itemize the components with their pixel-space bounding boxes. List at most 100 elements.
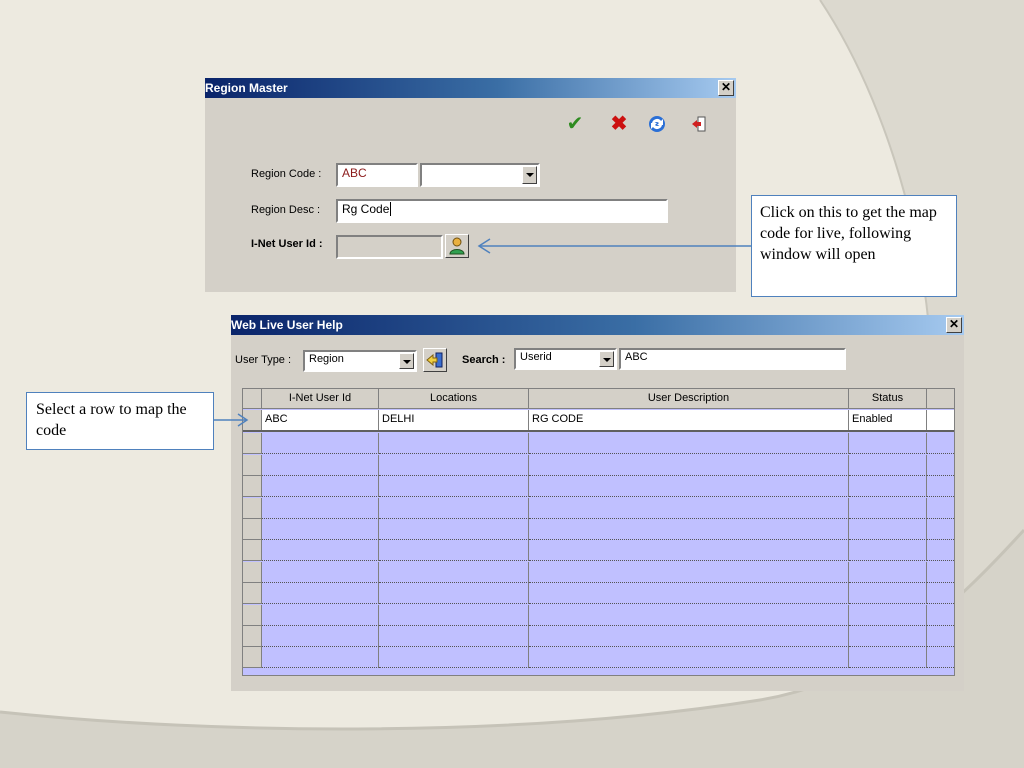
cell-inet-user-id[interactable] bbox=[262, 583, 379, 605]
cell-inet-user-id[interactable] bbox=[262, 626, 379, 647]
region-master-close-button[interactable]: ✕ bbox=[718, 80, 734, 96]
user-help-grid[interactable]: I-Net User Id Locations User Description… bbox=[242, 388, 955, 676]
user-type-select[interactable]: Region bbox=[303, 350, 417, 372]
cell-status[interactable] bbox=[849, 647, 927, 669]
exit-door-icon[interactable] bbox=[689, 114, 709, 134]
column-header-inet-user-id[interactable]: I-Net User Id bbox=[262, 389, 379, 409]
cell-status[interactable] bbox=[849, 476, 927, 498]
cell-user-description[interactable] bbox=[529, 604, 849, 626]
cell-filler[interactable] bbox=[927, 562, 954, 583]
cell-location[interactable] bbox=[379, 476, 529, 498]
cell-user-description[interactable] bbox=[529, 454, 849, 476]
cell-inet-user-id[interactable] bbox=[262, 647, 379, 669]
row-header[interactable] bbox=[243, 433, 262, 455]
column-header-user-description[interactable]: User Description bbox=[529, 389, 849, 409]
cell-location[interactable] bbox=[379, 519, 529, 540]
cell-status[interactable] bbox=[849, 497, 927, 519]
cell-inet-user-id[interactable]: ABC bbox=[262, 410, 379, 431]
row-header[interactable] bbox=[243, 540, 262, 562]
region-code-combo[interactable] bbox=[420, 163, 540, 187]
back-arrow-icon bbox=[426, 352, 443, 368]
inet-user-id-input[interactable] bbox=[336, 235, 443, 259]
region-desc-input[interactable]: Rg Code bbox=[336, 199, 668, 223]
cell-user-description[interactable] bbox=[529, 647, 849, 669]
cell-filler[interactable] bbox=[927, 626, 954, 647]
cell-location[interactable] bbox=[379, 454, 529, 476]
cell-filler[interactable] bbox=[927, 476, 954, 498]
cell-status[interactable] bbox=[849, 604, 927, 626]
row-header[interactable] bbox=[243, 476, 262, 498]
cell-status[interactable] bbox=[849, 454, 927, 476]
cell-user-description[interactable] bbox=[529, 540, 849, 562]
cell-inet-user-id[interactable] bbox=[262, 540, 379, 562]
row-header[interactable] bbox=[243, 519, 262, 540]
cross-icon[interactable]: ✖ bbox=[609, 114, 629, 134]
region-code-label: Region Code : bbox=[251, 168, 322, 180]
cell-user-description[interactable] bbox=[529, 626, 849, 647]
cell-location[interactable] bbox=[379, 561, 529, 583]
cell-inet-user-id[interactable] bbox=[262, 433, 379, 455]
chevron-down-icon[interactable] bbox=[599, 351, 614, 367]
cell-location[interactable] bbox=[379, 647, 529, 669]
row-header[interactable] bbox=[243, 626, 262, 647]
cell-filler[interactable] bbox=[927, 583, 954, 605]
cell-location[interactable]: DELHI bbox=[379, 410, 529, 431]
cell-filler[interactable] bbox=[927, 519, 954, 540]
web-live-help-close-button[interactable]: ✕ bbox=[946, 317, 962, 333]
refresh-icon[interactable] bbox=[647, 114, 667, 134]
select-row-callout-text: Select a row to map the code bbox=[36, 401, 187, 439]
cell-inet-user-id[interactable] bbox=[262, 604, 379, 626]
cell-inet-user-id[interactable] bbox=[262, 454, 379, 476]
region-code-input[interactable]: ABC bbox=[336, 163, 418, 187]
cell-filler[interactable] bbox=[927, 647, 954, 669]
search-input[interactable]: ABC bbox=[619, 348, 846, 370]
search-by-select[interactable]: Userid bbox=[514, 348, 617, 370]
cell-filler[interactable] bbox=[927, 433, 954, 455]
cell-location[interactable] bbox=[379, 540, 529, 562]
cell-location[interactable] bbox=[379, 583, 529, 605]
cell-status[interactable] bbox=[849, 540, 927, 562]
cell-user-description[interactable] bbox=[529, 561, 849, 583]
cell-location[interactable] bbox=[379, 497, 529, 519]
row-header[interactable] bbox=[243, 497, 262, 519]
cell-status[interactable] bbox=[849, 561, 927, 583]
cell-filler[interactable] bbox=[927, 410, 954, 431]
chevron-down-icon[interactable] bbox=[522, 166, 537, 184]
user-lookup-button[interactable] bbox=[445, 234, 469, 258]
inet-user-id-label: I-Net User Id : bbox=[251, 238, 323, 250]
cell-status[interactable] bbox=[849, 433, 927, 455]
map-code-callout: Click on this to get the map code for li… bbox=[751, 195, 957, 297]
chevron-down-icon[interactable] bbox=[399, 353, 414, 369]
cell-user-description[interactable]: RG CODE bbox=[529, 410, 849, 431]
cell-user-description[interactable] bbox=[529, 497, 849, 519]
cell-location[interactable] bbox=[379, 604, 529, 626]
cell-filler[interactable] bbox=[927, 498, 954, 519]
cell-filler[interactable] bbox=[927, 455, 954, 476]
check-icon[interactable]: ✔ bbox=[565, 114, 585, 134]
row-header[interactable] bbox=[243, 647, 262, 669]
cell-user-description[interactable] bbox=[529, 583, 849, 605]
cell-location[interactable] bbox=[379, 626, 529, 647]
cell-filler[interactable] bbox=[927, 540, 954, 562]
cell-inet-user-id[interactable] bbox=[262, 519, 379, 540]
cell-user-description[interactable] bbox=[529, 433, 849, 455]
cell-inet-user-id[interactable] bbox=[262, 561, 379, 583]
go-button[interactable] bbox=[423, 348, 447, 372]
row-header[interactable] bbox=[243, 583, 262, 605]
cell-user-description[interactable] bbox=[529, 476, 849, 498]
row-header[interactable] bbox=[243, 454, 262, 476]
cell-inet-user-id[interactable] bbox=[262, 476, 379, 498]
cell-status[interactable] bbox=[849, 626, 927, 647]
cell-location[interactable] bbox=[379, 433, 529, 455]
cell-inet-user-id[interactable] bbox=[262, 497, 379, 519]
row-header[interactable] bbox=[243, 604, 262, 626]
cell-status[interactable] bbox=[849, 519, 927, 540]
selected-row-separator bbox=[243, 430, 954, 433]
column-header-status[interactable]: Status bbox=[849, 389, 927, 409]
cell-filler[interactable] bbox=[927, 605, 954, 626]
column-header-locations[interactable]: Locations bbox=[379, 389, 529, 409]
cell-status[interactable]: Enabled bbox=[849, 410, 927, 431]
row-header[interactable] bbox=[243, 561, 262, 583]
cell-status[interactable] bbox=[849, 583, 927, 605]
cell-user-description[interactable] bbox=[529, 519, 849, 540]
